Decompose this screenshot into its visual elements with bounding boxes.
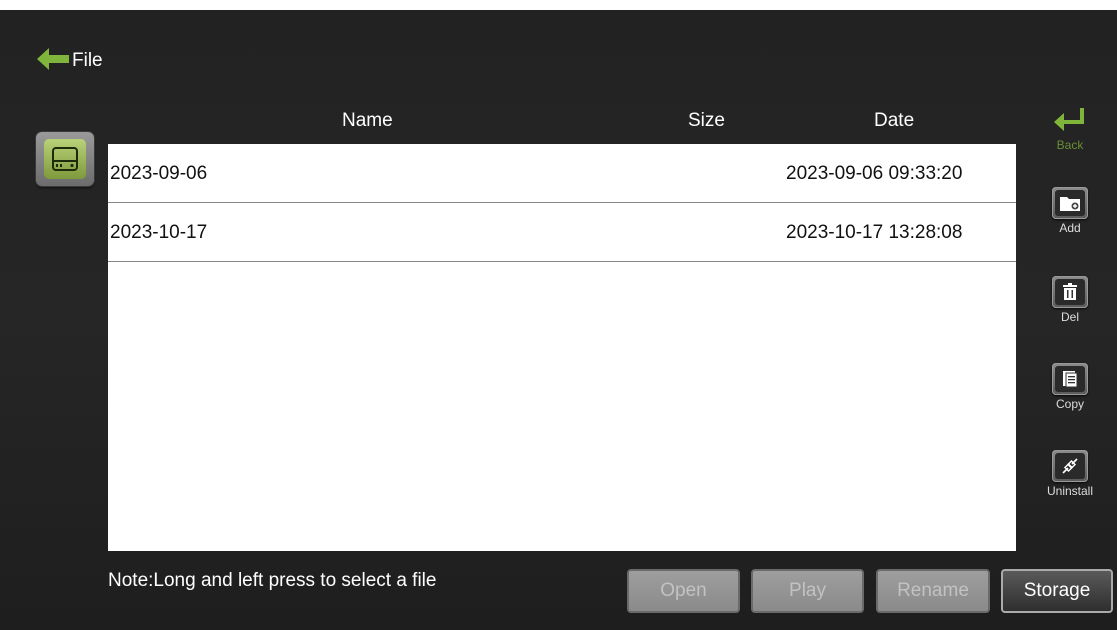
add-label: Add — [1059, 221, 1081, 235]
file-row[interactable]: 2023-10-17 2023-10-17 13:28:08 — [108, 203, 1016, 262]
page-title: File — [72, 50, 103, 71]
open-button[interactable]: Open — [627, 569, 740, 613]
copy-button[interactable]: Copy — [1040, 363, 1100, 411]
arrow-left-icon — [36, 46, 70, 77]
storage-button[interactable]: Storage — [1001, 569, 1113, 613]
file-list: 2023-09-06 2023-09-06 09:33:20 2023-10-1… — [108, 144, 1016, 551]
back-label: Back — [1056, 138, 1084, 152]
file-date: 2023-10-17 13:28:08 — [786, 222, 963, 243]
trash-icon — [1055, 279, 1085, 305]
copy-icon — [1055, 366, 1085, 392]
column-header-date[interactable]: Date — [874, 110, 914, 132]
back-button[interactable]: Back — [1040, 104, 1100, 152]
file-row[interactable]: 2023-09-06 2023-09-06 09:33:20 — [108, 144, 1016, 203]
copy-label: Copy — [1055, 397, 1084, 411]
drive-selector-button[interactable] — [36, 132, 94, 186]
uninstall-button-frame — [1052, 450, 1088, 482]
hard-drive-icon — [44, 139, 86, 179]
unlink-icon — [1055, 453, 1085, 479]
selection-note: Note:Long and left press to select a fil… — [108, 570, 437, 591]
file-date: 2023-09-06 09:33:20 — [786, 163, 963, 184]
rename-button[interactable]: Rename — [876, 569, 990, 613]
folder-add-icon — [1055, 190, 1085, 216]
file-name: 2023-09-06 — [110, 163, 208, 184]
uninstall-label: Uninstall — [1046, 484, 1094, 498]
column-header-size[interactable]: Size — [688, 110, 725, 132]
file-manager-screen: File Name Size Date 2023-09-06 2023-09-0… — [0, 0, 1117, 630]
uninstall-button[interactable]: Uninstall — [1040, 450, 1100, 498]
column-header-name[interactable]: Name — [342, 110, 393, 132]
play-button[interactable]: Play — [751, 569, 864, 613]
top-white-strip — [0, 0, 1117, 10]
file-name: 2023-10-17 — [110, 222, 208, 243]
header-back[interactable]: File — [36, 46, 103, 76]
delete-label: Del — [1060, 310, 1079, 324]
copy-button-frame — [1052, 363, 1088, 395]
return-arrow-icon — [1040, 104, 1100, 136]
add-button-frame — [1052, 187, 1088, 219]
add-button[interactable]: Add — [1040, 187, 1100, 235]
delete-button[interactable]: Del — [1040, 276, 1100, 324]
delete-button-frame — [1052, 276, 1088, 308]
